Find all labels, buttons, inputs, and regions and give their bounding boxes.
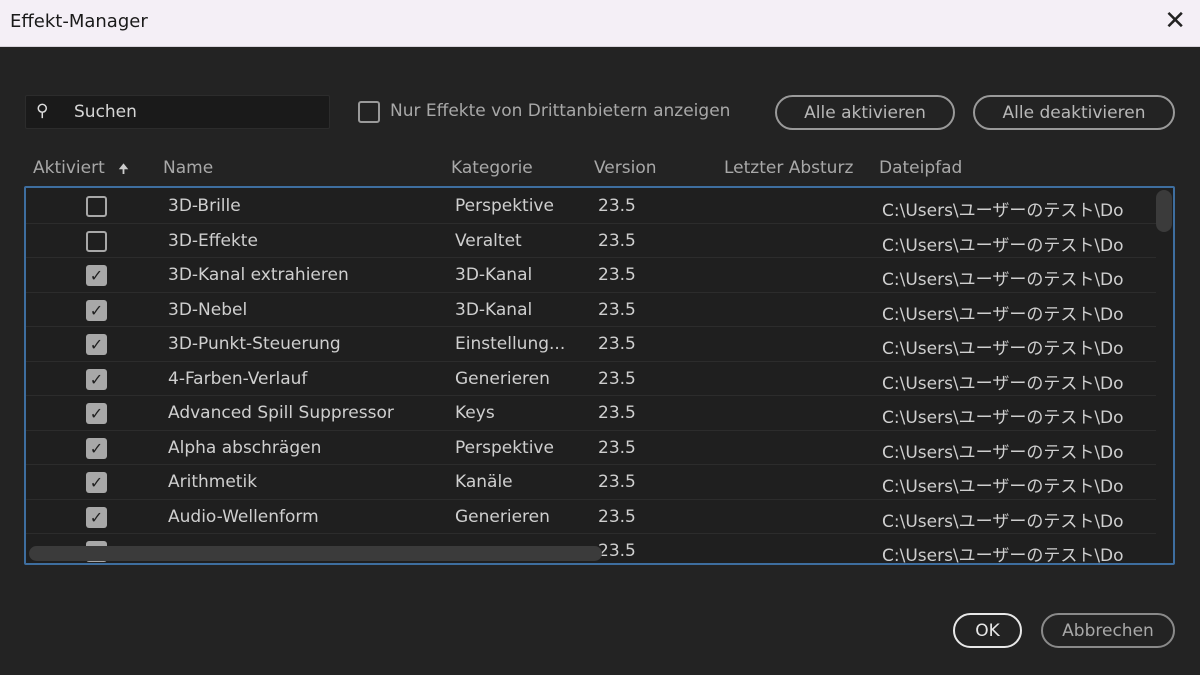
table-row[interactable]: ✓ 4-Farben-Verlauf Generieren 23.5 C:\Us… [26,362,1156,397]
effect-path: C:\Users\ユーザーのテスト\Do [882,300,1152,325]
column-header-last-crash[interactable]: Letzter Absturz [724,158,853,178]
effect-category: Einstellung... [455,334,565,354]
effect-name: 4-Farben-Verlauf [168,369,307,389]
effect-name: Advanced Spill Suppressor [168,403,394,423]
table-row[interactable]: ✓ Arithmetik Kanäle 23.5 C:\Users\ユーザーのテ… [26,465,1156,500]
enabled-checkbox[interactable] [86,196,107,217]
effect-path: C:\Users\ユーザーのテスト\Do [882,334,1152,359]
effect-path: C:\Users\ユーザーのテスト\Do [882,541,1152,565]
effect-name: 3D-Effekte [168,231,258,251]
enabled-checkbox[interactable]: ✓ [86,507,107,528]
disable-all-button[interactable]: Alle deaktivieren [973,95,1175,130]
effect-category: Veraltet [455,231,522,251]
effect-name: 3D-Kanal extrahieren [168,265,349,285]
effect-version: 23.5 [598,472,636,492]
effect-version: 23.5 [598,438,636,458]
effect-version: 23.5 [598,231,636,251]
effect-path: C:\Users\ユーザーのテスト\Do [882,196,1152,221]
effect-version: 23.5 [598,369,636,389]
effect-name: 3D-Punkt-Steuerung [168,334,341,354]
effects-table: 3D-Brille Perspektive 23.5 C:\Users\ユーザー… [24,186,1175,565]
table-row[interactable]: ✓ Audio-Wellenform Generieren 23.5 C:\Us… [26,500,1156,535]
title-bar: Effekt-Manager ✕ [0,0,1200,47]
effect-version: 23.5 [598,196,636,216]
effect-path: C:\Users\ユーザーのテスト\Do [882,265,1152,290]
search-icon: ⚲ [36,101,48,121]
table-row[interactable]: 3D-Brille Perspektive 23.5 C:\Users\ユーザー… [26,189,1156,224]
table-row[interactable]: ✓ 3D-Nebel 3D-Kanal 23.5 C:\Users\ユーザーのテ… [26,293,1156,328]
column-header-enabled[interactable]: Aktiviert 🠉 [33,158,129,182]
effect-name: Arithmetik [168,472,257,492]
effect-category: 3D-Kanal [455,265,532,285]
enabled-checkbox[interactable] [86,231,107,252]
vertical-scrollbar[interactable] [1156,190,1172,232]
third-party-label[interactable]: Nur Effekte von Drittanbietern anzeigen [390,101,730,121]
effect-category: 3D-Kanal [455,300,532,320]
effect-name: 3D-Nebel [168,300,247,320]
column-header-path[interactable]: Dateipfad [879,158,962,178]
effect-version: 23.5 [598,334,636,354]
effect-version: 23.5 [598,265,636,285]
effect-name: 3D-Brille [168,196,241,216]
enabled-checkbox[interactable]: ✓ [86,403,107,424]
effect-category: Keys [455,403,495,423]
effect-path: C:\Users\ユーザーのテスト\Do [882,369,1152,394]
table-row[interactable]: ✓ Advanced Spill Suppressor Keys 23.5 C:… [26,396,1156,431]
effect-path: C:\Users\ユーザーのテスト\Do [882,472,1152,497]
effect-category: Generieren [455,507,550,527]
close-icon[interactable]: ✕ [1164,6,1186,36]
ok-button[interactable]: OK [953,613,1022,648]
cancel-button[interactable]: Abbrechen [1041,613,1175,648]
effect-category: Generieren [455,369,550,389]
window-title: Effekt-Manager [10,11,148,32]
column-header-name[interactable]: Name [163,158,213,178]
effect-path: C:\Users\ユーザーのテスト\Do [882,403,1152,428]
enabled-checkbox[interactable]: ✓ [86,300,107,321]
search-input[interactable] [74,100,324,124]
effect-category: Kanäle [455,472,513,492]
table-row[interactable]: 3D-Effekte Veraltet 23.5 C:\Users\ユーザーのテ… [26,224,1156,259]
effect-category: Perspektive [455,196,554,216]
effect-category: Perspektive [455,438,554,458]
effect-version: 23.5 [598,403,636,423]
effect-path: C:\Users\ユーザーのテスト\Do [882,231,1152,256]
effect-name: Alpha abschrägen [168,438,321,458]
column-header-version[interactable]: Version [594,158,657,178]
effect-version: 23.5 [598,300,636,320]
effect-path: C:\Users\ユーザーのテスト\Do [882,507,1152,532]
enabled-checkbox[interactable]: ✓ [86,472,107,493]
enable-all-button[interactable]: Alle aktivieren [775,95,955,130]
enabled-checkbox[interactable]: ✓ [86,265,107,286]
effect-name: Audio-Wellenform [168,507,319,527]
search-field[interactable]: ⚲ [25,95,330,129]
effect-path: C:\Users\ユーザーのテスト\Do [882,438,1152,463]
enabled-checkbox[interactable]: ✓ [86,438,107,459]
column-header-category[interactable]: Kategorie [451,158,533,178]
enabled-checkbox[interactable]: ✓ [86,369,107,390]
horizontal-scrollbar[interactable] [29,546,602,561]
effect-version: 23.5 [598,541,636,561]
third-party-checkbox[interactable] [358,101,380,123]
enabled-checkbox[interactable]: ✓ [86,334,107,355]
effect-version: 23.5 [598,507,636,527]
sort-ascending-icon: 🠉 [118,162,129,177]
column-label: Aktiviert [33,158,105,178]
table-row[interactable]: ✓ 3D-Punkt-Steuerung Einstellung... 23.5… [26,327,1156,362]
table-row[interactable]: ✓ Alpha abschrägen Perspektive 23.5 C:\U… [26,431,1156,466]
table-row[interactable]: ✓ 3D-Kanal extrahieren 3D-Kanal 23.5 C:\… [26,258,1156,293]
